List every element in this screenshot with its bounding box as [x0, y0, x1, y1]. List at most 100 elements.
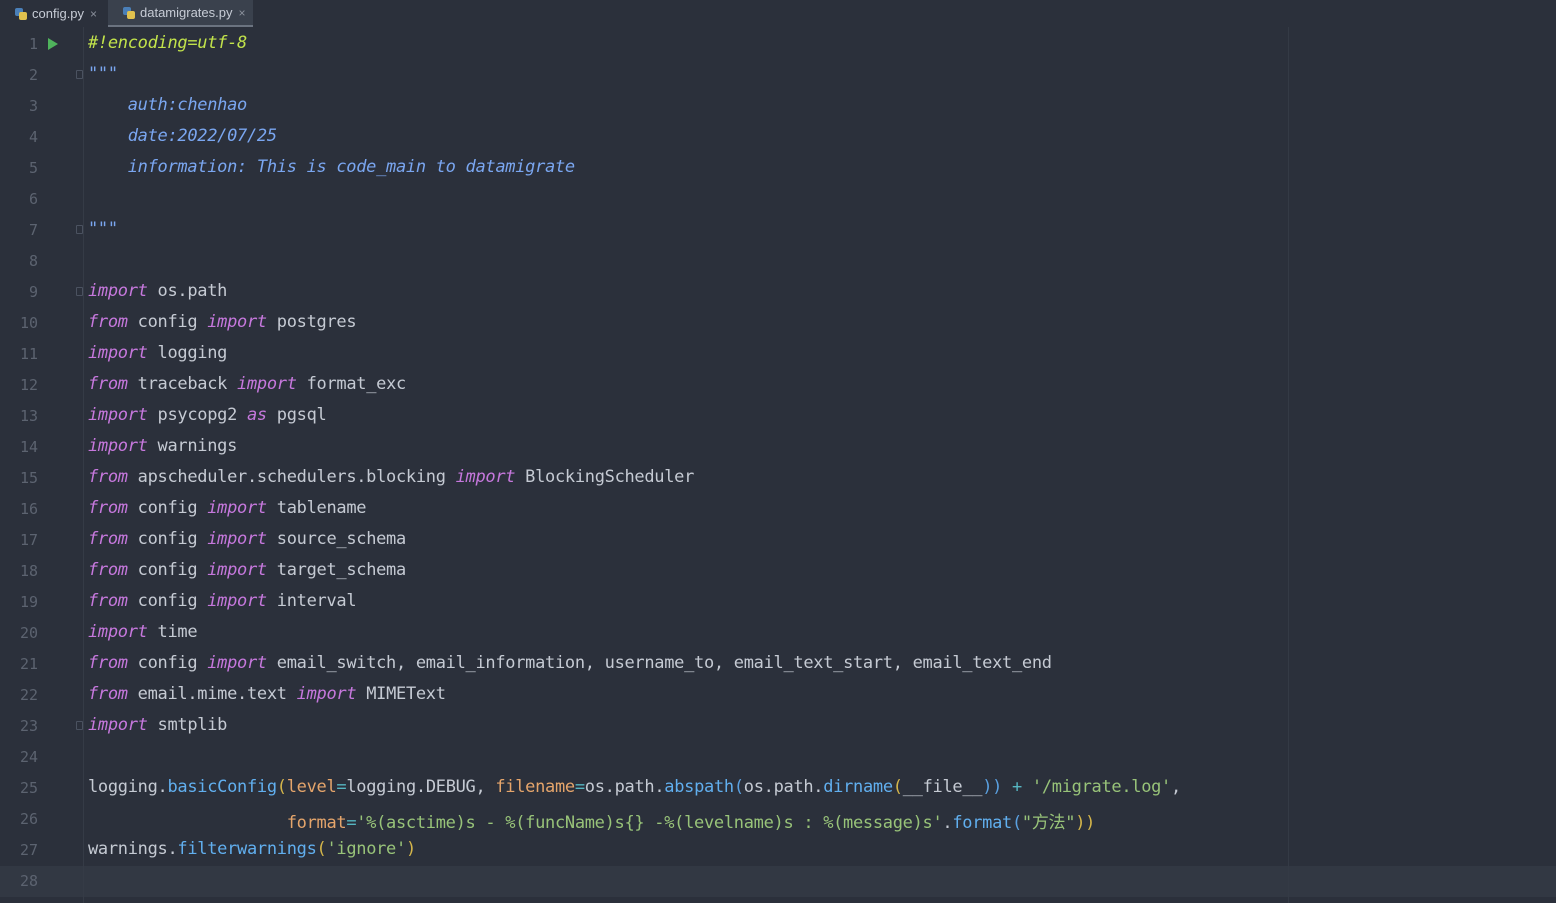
code-line[interactable]: 3 auth:chenhao	[0, 91, 1556, 122]
line-number[interactable]: 25	[0, 779, 38, 797]
line-number[interactable]: 22	[0, 686, 38, 704]
code-line[interactable]: 27 warnings.filterwarnings('ignore')	[0, 835, 1556, 866]
code-token: import	[88, 405, 148, 425]
line-number[interactable]: 13	[0, 407, 38, 425]
code-line[interactable]: 2 """	[0, 60, 1556, 91]
code-line[interactable]: 22 from email.mime.text import MIMEText	[0, 680, 1556, 711]
line-number[interactable]: 10	[0, 314, 38, 332]
code-line[interactable]: 18 from config import target_schema	[0, 556, 1556, 587]
tab-datamigrates-py[interactable]: datamigrates.py ×	[108, 0, 253, 28]
line-number[interactable]: 7	[0, 221, 38, 239]
code-token: import	[88, 622, 148, 642]
code-token: as	[246, 405, 267, 425]
line-number[interactable]: 16	[0, 500, 38, 518]
fold-icon[interactable]	[76, 70, 83, 79]
code-token: level	[286, 777, 337, 797]
line-number[interactable]: 28	[0, 872, 38, 890]
line-number[interactable]: 4	[0, 128, 38, 146]
run-icon[interactable]	[48, 38, 58, 50]
code-line[interactable]: 10 from config import postgres	[0, 308, 1556, 339]
code-line[interactable]: 17 from config import source_schema	[0, 525, 1556, 556]
code-token: "方法"	[1021, 813, 1076, 833]
code-token: tablename	[266, 498, 367, 518]
code-line[interactable]: 21 from config import email_switch, email…	[0, 649, 1556, 680]
line-number[interactable]: 21	[0, 655, 38, 673]
line-number[interactable]: 27	[0, 841, 38, 859]
code-token: target_schema	[266, 560, 406, 580]
code-editor[interactable]: 1 #!encoding=utf-8 2 """ 3 auth:chenhao 4 dat…	[0, 27, 1556, 903]
code-line[interactable]: 19 from config import interval	[0, 587, 1556, 618]
code-line[interactable]: 28	[0, 866, 1556, 897]
gutter-border	[83, 27, 84, 903]
close-icon[interactable]: ×	[90, 7, 97, 21]
line-number[interactable]: 9	[0, 283, 38, 301]
python-file-icon	[123, 6, 135, 19]
line-number[interactable]: 19	[0, 593, 38, 611]
line-number[interactable]: 24	[0, 748, 38, 766]
code-token: from	[88, 560, 128, 580]
line-number[interactable]: 12	[0, 376, 38, 394]
code-token: +	[1002, 777, 1032, 797]
code-token: os.path.	[743, 777, 824, 797]
line-number[interactable]: 26	[0, 810, 38, 828]
code-token: smtplib	[147, 715, 228, 735]
code-token: ))	[1075, 813, 1096, 833]
code-line[interactable]: 23 import smtplib	[0, 711, 1556, 742]
code-text: warnings.filterwarnings('ignore')	[88, 839, 416, 859]
fold-icon[interactable]	[76, 721, 83, 730]
code-text: from config import interval	[88, 591, 357, 611]
code-token: import	[88, 281, 148, 301]
line-number[interactable]: 3	[0, 97, 38, 115]
code-line[interactable]: 16 from config import tablename	[0, 494, 1556, 525]
code-token: (	[733, 777, 744, 797]
code-line[interactable]: 20 import time	[0, 618, 1556, 649]
code-line[interactable]: 24	[0, 742, 1556, 773]
line-number[interactable]: 18	[0, 562, 38, 580]
code-token: BlockingScheduler	[515, 467, 695, 487]
line-number[interactable]: 20	[0, 624, 38, 642]
line-number[interactable]: 15	[0, 469, 38, 487]
code-token: logging	[147, 343, 228, 363]
code-line[interactable]: 26 format='%(asctime)s - %(funcName)s{} …	[0, 804, 1556, 835]
code-token: import	[455, 467, 516, 487]
line-number[interactable]: 2	[0, 66, 38, 84]
code-line[interactable]: 14 import warnings	[0, 432, 1556, 463]
code-token: interval	[266, 591, 357, 611]
code-token: from	[88, 312, 128, 332]
code-line[interactable]: 25 logging.basicConfig(level=logging.DEBU…	[0, 773, 1556, 804]
fold-icon[interactable]	[76, 287, 83, 296]
line-number[interactable]: 14	[0, 438, 38, 456]
code-line[interactable]: 1 #!encoding=utf-8	[0, 29, 1556, 60]
code-line[interactable]: 7 """	[0, 215, 1556, 246]
line-number[interactable]: 23	[0, 717, 38, 735]
code-token: import	[207, 653, 267, 673]
code-line[interactable]: 6	[0, 184, 1556, 215]
code-line[interactable]: 8	[0, 246, 1556, 277]
code-token: __file__	[902, 777, 983, 797]
line-number[interactable]: 5	[0, 159, 38, 177]
code-line[interactable]: 4 date:2022/07/25	[0, 122, 1556, 153]
tab-config-py[interactable]: config.py ×	[0, 0, 107, 27]
code-token: time	[147, 622, 198, 642]
code-text: from traceback import format_exc	[88, 374, 406, 394]
code-token: source_schema	[266, 529, 406, 549]
code-token: config	[127, 653, 208, 673]
code-token: import	[207, 591, 267, 611]
line-number[interactable]: 1	[0, 35, 38, 53]
fold-icon[interactable]	[76, 225, 83, 234]
line-number[interactable]: 11	[0, 345, 38, 363]
close-icon[interactable]: ×	[239, 6, 246, 20]
code-token: traceback	[127, 374, 238, 394]
code-line[interactable]: 13 import psycopg2 as pgsql	[0, 401, 1556, 432]
code-line[interactable]: 15 from apscheduler.schedulers.blocking i…	[0, 463, 1556, 494]
line-number[interactable]: 17	[0, 531, 38, 549]
code-token: import	[296, 684, 357, 704]
code-line[interactable]: 12 from traceback import format_exc	[0, 370, 1556, 401]
code-line[interactable]: 11 import logging	[0, 339, 1556, 370]
code-token: (	[892, 777, 903, 797]
line-number[interactable]: 6	[0, 190, 38, 208]
code-line[interactable]: 9 import os.path	[0, 277, 1556, 308]
line-number[interactable]: 8	[0, 252, 38, 270]
code-line[interactable]: 5 information: This is code_main to data…	[0, 153, 1556, 184]
